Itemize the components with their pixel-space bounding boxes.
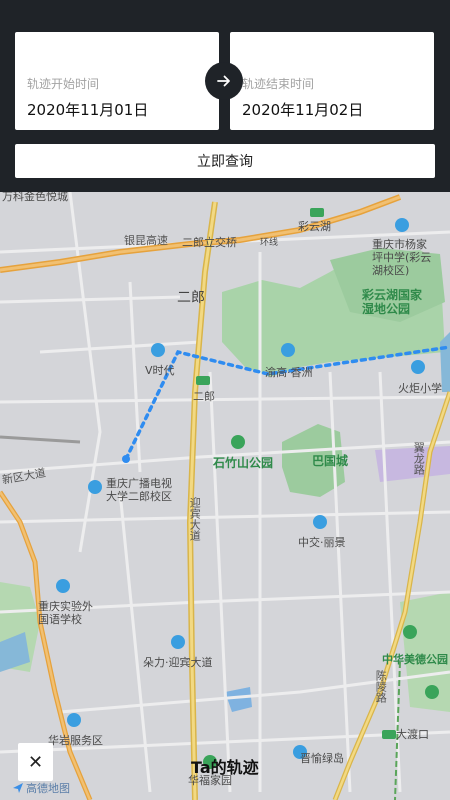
map-view[interactable]: 万科金色悦城 银昆高速 二郎立交桥 环线 彩云湖 重庆市杨家坪中学(彩云湖校区)… [0, 192, 450, 800]
map-label-huayan: 华岩服务区 [48, 734, 103, 747]
map-label-erlang-station: 二郎 [193, 390, 215, 403]
map-label-duoli: 朵力·迎宾大道 [143, 656, 213, 669]
track-title: Ta的轨迹 [191, 758, 259, 777]
end-date-label: 轨迹结束时间 [242, 77, 315, 91]
start-date-picker[interactable]: 轨迹开始时间 2020年11月01日 [15, 32, 219, 130]
map-label-erlang-jiao: 二郎立交桥 [182, 236, 237, 249]
map-label-chenlu: 陈陵路 [374, 670, 388, 703]
amap-logo: 高德地图 [12, 780, 70, 796]
map-label-waiyu: 重庆实验外国语学校 [38, 600, 93, 627]
map-label-guangbo: 重庆广播电视大学二郎校区 [106, 477, 172, 504]
arrow-right-icon [205, 62, 243, 100]
close-icon: ✕ [27, 751, 44, 773]
map-label-huoju: 火炬小学 [398, 382, 442, 395]
map-canvas [0, 192, 450, 800]
map-label-shizhushan: 石竹山公园 [213, 456, 274, 470]
map-label-huanxian: 环线 [260, 238, 279, 248]
map-label-caiyunhu: 彩云湖 [298, 220, 331, 233]
map-label-dadukou: 大渡口 [396, 728, 429, 741]
map-label-yuxiang: 渝高·香洲 [265, 366, 313, 379]
amap-logo-text: 高德地图 [26, 782, 70, 795]
map-label-yingbin: 迎宾大道 [188, 497, 202, 541]
map-label-wanfang: 万科金色悦城 [2, 192, 68, 203]
start-date-value: 2020年11月01日 [27, 101, 149, 119]
map-label-wetland: 彩云湖国家湿地公园 [362, 288, 423, 317]
map-label-vshidai: V时代 [145, 364, 175, 377]
top-panel: 轨迹开始时间 2020年11月01日 轨迹结束时间 2020年11月02日 立即… [0, 0, 450, 192]
map-label-baguocheng: 巴国城 [312, 454, 349, 468]
amap-logo-icon [13, 783, 23, 793]
map-label-jinyu: 晋愉绿岛 [300, 752, 344, 765]
map-label-erlang: 二郎 [177, 290, 205, 306]
map-label-yilong: 翼龙路 [412, 442, 426, 475]
map-label-yinkun: 银昆高速 [124, 234, 168, 247]
map-label-zhongjiao: 中交·丽景 [298, 536, 346, 549]
query-button[interactable]: 立即查询 [15, 144, 435, 178]
end-date-picker[interactable]: 轨迹结束时间 2020年11月02日 [230, 32, 434, 130]
close-button[interactable]: ✕ [18, 743, 53, 781]
map-label-zhonghua: 中华美德公园 [382, 653, 448, 666]
map-label-school-yangjia: 重庆市杨家坪中学(彩云湖校区) [372, 238, 432, 278]
start-date-label: 轨迹开始时间 [27, 77, 100, 91]
end-date-value: 2020年11月02日 [242, 101, 364, 119]
